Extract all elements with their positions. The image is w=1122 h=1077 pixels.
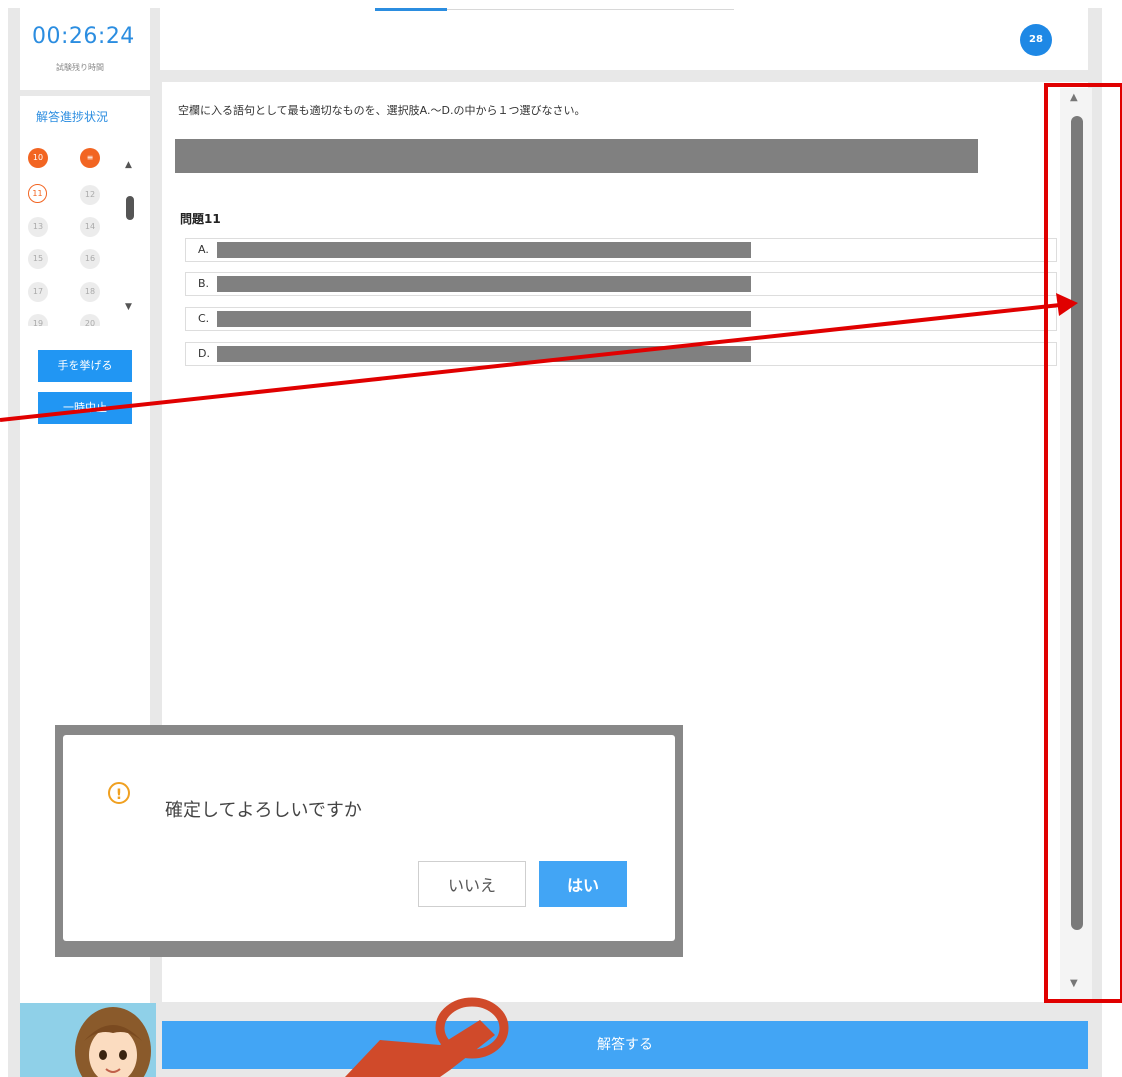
annotation-overlay xyxy=(0,293,1078,1077)
annotation-arrow-line xyxy=(0,303,1061,422)
pointing-hand-icon xyxy=(345,997,509,1077)
annotation-arrowhead-icon xyxy=(1056,293,1078,316)
